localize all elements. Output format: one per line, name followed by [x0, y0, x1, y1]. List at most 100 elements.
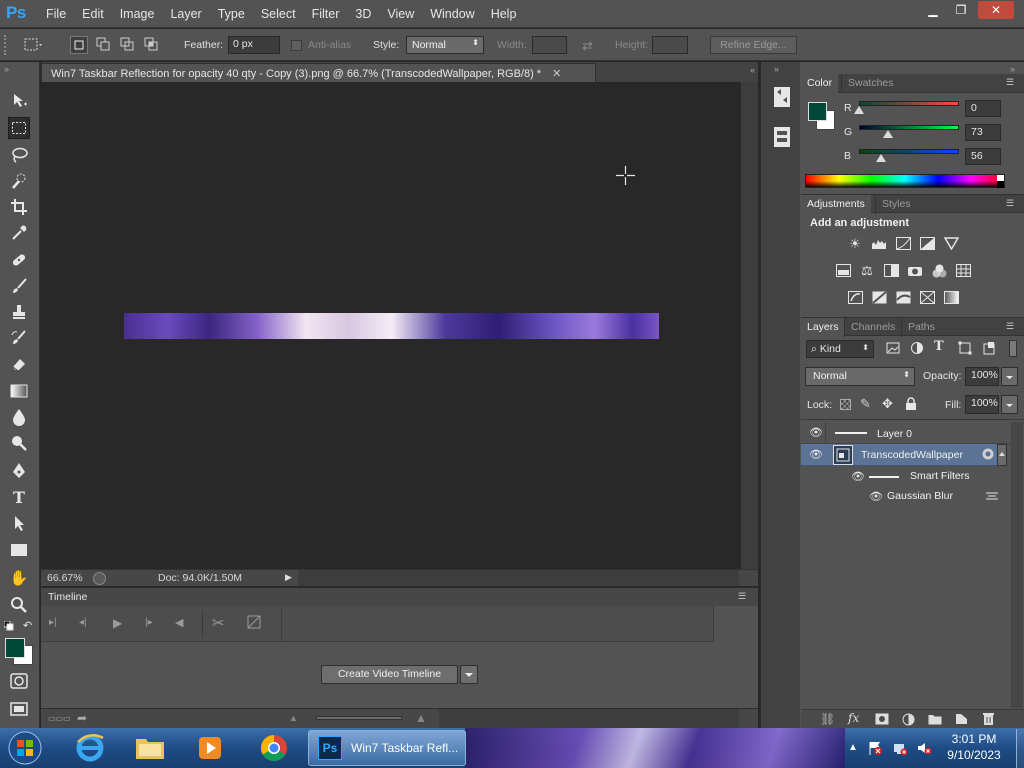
refine-edge-button[interactable]: Refine Edge...: [710, 36, 797, 54]
rectangular-marquee-tool-icon[interactable]: [8, 117, 30, 139]
intersect-selection-icon[interactable]: [143, 36, 159, 52]
zoom-tool-icon[interactable]: [8, 594, 30, 616]
swap-colors-icon[interactable]: ↶: [23, 619, 32, 632]
timeline-track-area[interactable]: [281, 606, 714, 642]
menu-filter[interactable]: Filter: [304, 7, 348, 21]
swap-dimensions-icon[interactable]: ⇄: [582, 38, 593, 54]
horizontal-scrollbar[interactable]: [298, 570, 739, 586]
collapse-tools-icon[interactable]: »: [4, 64, 9, 74]
menu-select[interactable]: Select: [253, 7, 304, 21]
lock-transparent-icon[interactable]: [840, 399, 851, 410]
properties-panel-icon[interactable]: [773, 126, 791, 148]
zoom-out-timeline-icon[interactable]: ▲: [289, 713, 298, 723]
menu-edit[interactable]: Edit: [74, 7, 112, 21]
new-group-icon[interactable]: [928, 713, 942, 725]
adjustment-layer-filter-icon[interactable]: [910, 341, 924, 355]
dodge-tool-icon[interactable]: [8, 432, 30, 454]
show-desktop-button[interactable]: [1016, 729, 1024, 768]
link-layers-icon[interactable]: ⛓: [820, 712, 835, 726]
feather-input[interactable]: 0 px: [228, 36, 280, 54]
quick-selection-tool-icon[interactable]: [8, 170, 30, 192]
move-tool-icon[interactable]: [8, 90, 30, 112]
color-panel-menu-icon[interactable]: ☰: [1006, 77, 1014, 88]
layer-style-fx-icon[interactable]: fx: [848, 711, 859, 725]
path-selection-tool-icon[interactable]: [8, 512, 30, 534]
channel-b-slider-thumb[interactable]: [876, 154, 886, 162]
channel-r-slider-thumb[interactable]: [854, 106, 864, 114]
show-hidden-icons-icon[interactable]: ▲: [848, 742, 858, 753]
timeline-zoom-slider[interactable]: [316, 716, 402, 720]
hand-tool-icon[interactable]: ✋: [8, 567, 30, 589]
document-tab[interactable]: Win7 Taskbar Reflection for opacity 40 q…: [41, 63, 596, 82]
width-input[interactable]: [532, 36, 567, 54]
go-first-frame-icon[interactable]: ▸|: [49, 617, 57, 628]
tab-paths[interactable]: Paths: [901, 318, 941, 337]
split-at-playhead-icon[interactable]: ✂: [212, 614, 225, 632]
healing-brush-tool-icon[interactable]: [8, 249, 30, 271]
threshold-icon[interactable]: [894, 290, 912, 305]
collapse-panels-icon[interactable]: «: [750, 65, 755, 75]
blur-tool-icon[interactable]: [8, 406, 30, 428]
menu-layer[interactable]: Layer: [162, 7, 209, 21]
layer-row-layer0[interactable]: 👁 Layer 0: [801, 422, 1011, 444]
invert-icon[interactable]: [846, 290, 864, 305]
collapse-right-panels-icon[interactable]: »: [1010, 64, 1015, 74]
clone-stamp-tool-icon[interactable]: [8, 301, 30, 323]
lock-position-icon[interactable]: ✥: [882, 396, 893, 412]
lock-image-icon[interactable]: ✎: [860, 396, 871, 412]
expand-effects-icon[interactable]: [997, 444, 1007, 466]
hue-saturation-icon[interactable]: [834, 263, 852, 278]
network-icon[interactable]: [892, 740, 908, 756]
smart-filter-badge-icon[interactable]: [981, 447, 995, 461]
gaussian-blur-row[interactable]: 👁 Gaussian Blur: [801, 486, 1011, 508]
expand-dock-icon[interactable]: »: [774, 64, 779, 74]
crop-tool-icon[interactable]: [8, 196, 30, 218]
document-tab-close-icon[interactable]: ✕: [552, 68, 561, 80]
status-menu-arrow-icon[interactable]: ▶: [285, 572, 292, 583]
visibility-eye-icon[interactable]: 👁: [869, 490, 883, 503]
subtract-selection-icon[interactable]: [119, 36, 135, 52]
visibility-eye-icon[interactable]: 👁: [809, 426, 823, 439]
channel-g-slider[interactable]: [859, 125, 959, 130]
gradient-map-icon[interactable]: [942, 290, 960, 305]
antialias-checkbox[interactable]: [291, 40, 302, 51]
gradient-tool-icon[interactable]: [8, 380, 30, 402]
menu-3d[interactable]: 3D: [347, 7, 379, 21]
eraser-tool-icon[interactable]: [8, 353, 30, 375]
previous-frame-icon[interactable]: ◂|: [79, 617, 87, 628]
type-tool-icon[interactable]: T: [8, 486, 30, 508]
curves-icon[interactable]: [894, 236, 912, 251]
filter-toggle-switch[interactable]: [1009, 340, 1017, 357]
levels-icon[interactable]: [870, 236, 888, 251]
menu-view[interactable]: View: [379, 7, 422, 21]
layer-filter-kind-select[interactable]: ⌕ Kind ⬍: [806, 340, 874, 358]
menu-help[interactable]: Help: [483, 7, 525, 21]
timeline-scrollbar[interactable]: [439, 709, 739, 728]
vibrance-icon[interactable]: [942, 236, 960, 251]
brightness-contrast-icon[interactable]: ☀: [846, 236, 864, 251]
audio-icon[interactable]: ◀: [175, 616, 183, 629]
photo-filter-icon[interactable]: [906, 263, 924, 278]
action-center-flag-icon[interactable]: [867, 740, 883, 756]
frame-animation-icon[interactable]: ▭▭▭: [48, 714, 71, 723]
menu-image[interactable]: Image: [112, 7, 163, 21]
channel-r-value[interactable]: 0: [965, 100, 1001, 117]
shape-layer-filter-icon[interactable]: [958, 341, 972, 355]
history-brush-tool-icon[interactable]: [8, 327, 30, 349]
color-balance-icon[interactable]: ⚖: [858, 263, 876, 278]
black-white-icon[interactable]: [882, 263, 900, 278]
image-content[interactable]: [124, 313, 659, 339]
layers-panel-menu-icon[interactable]: ☰: [1006, 321, 1014, 332]
rectangle-tool-icon[interactable]: [8, 539, 30, 561]
opacity-input[interactable]: 100%: [965, 367, 999, 386]
timeline-type-dropdown[interactable]: [460, 665, 478, 684]
visibility-eye-icon[interactable]: 👁: [809, 448, 823, 461]
color-lookup-icon[interactable]: [954, 263, 972, 278]
chrome-icon[interactable]: [248, 730, 300, 766]
screen-mode-icon[interactable]: [8, 698, 30, 720]
zoom-in-timeline-icon[interactable]: ▲: [415, 711, 427, 725]
color-spectrum-ramp[interactable]: [805, 174, 1005, 188]
brush-tool-icon[interactable]: [8, 275, 30, 297]
selective-color-icon[interactable]: [918, 290, 936, 305]
tab-styles[interactable]: Styles: [875, 195, 917, 214]
